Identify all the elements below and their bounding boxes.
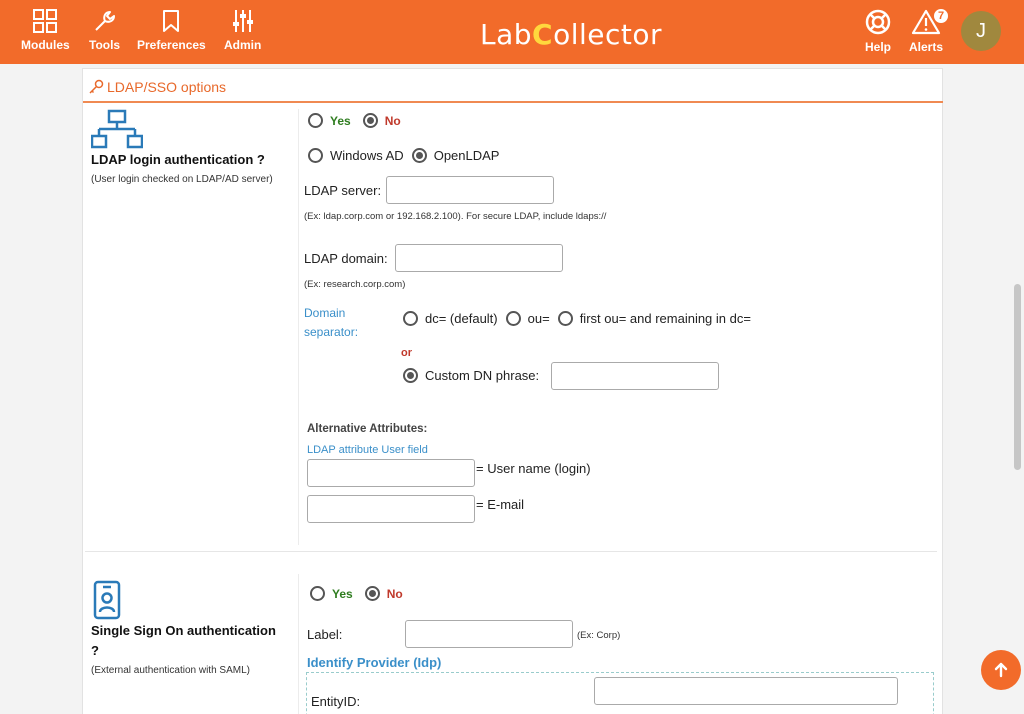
ldap-username-attr-input[interactable] — [307, 459, 475, 487]
sso-no-label: No — [386, 586, 403, 601]
lifebuoy-icon — [865, 9, 891, 35]
ldap-server-input[interactable] — [386, 176, 554, 204]
custom-dn-input[interactable] — [551, 362, 719, 390]
ldap-domain-hint: (Ex: research.corp.com) — [304, 279, 406, 290]
sso-section-title-line2: ? — [91, 643, 99, 658]
nav-modules-label: Modules — [21, 38, 70, 52]
sso-column-divider — [298, 574, 299, 714]
nav-admin[interactable]: Admin — [224, 8, 261, 52]
section-divider — [85, 551, 937, 552]
ldap-no-radio[interactable] — [362, 113, 378, 128]
nav-tools[interactable]: Tools — [89, 8, 120, 52]
modules-grid-icon — [33, 9, 58, 33]
sso-section-title: Single Sign On authentication — [91, 623, 276, 638]
sep-ou-radio[interactable] — [505, 311, 521, 326]
domain-separator-radio-group: dc= (default) ou= first ou= and remainin… — [403, 311, 751, 326]
sso-section-subtitle: (External authentication with SAML) — [91, 665, 250, 676]
ldap-enabled-radio-group: Yes No — [308, 113, 401, 128]
openldap-label: OpenLDAP — [433, 148, 500, 163]
logo-text-right: ollector — [553, 18, 663, 51]
nav-preferences[interactable]: Preferences — [137, 8, 206, 52]
bookmark-icon — [163, 10, 180, 32]
domain-separator-label-line1: Domain — [304, 306, 346, 320]
logo-text-left: Lab — [480, 18, 533, 51]
ldap-section-title: LDAP login authentication ? — [91, 152, 265, 167]
id-badge-icon — [93, 580, 121, 620]
sso-label-label: Label: — [307, 627, 343, 642]
sso-yes-radio[interactable] — [310, 586, 325, 601]
ldap-domain-input[interactable] — [395, 244, 563, 272]
network-icon — [91, 109, 143, 149]
username-mapping-label: = User name (login) — [476, 461, 591, 476]
wrench-icon — [94, 11, 115, 31]
nav-tools-label: Tools — [89, 38, 121, 52]
nav-help-label: Help — [864, 40, 891, 54]
nav-preferences-label: Preferences — [137, 38, 206, 52]
sep-ou-label: ou= — [527, 311, 550, 326]
scroll-to-top-button[interactable] — [981, 650, 1021, 690]
nav-help[interactable]: Help — [864, 8, 892, 54]
alt-attributes-title: Alternative Attributes: — [307, 423, 428, 435]
labcollector-logo: LabCollector — [480, 18, 662, 51]
domain-separator-label-line2: separator: — [304, 325, 359, 339]
ldap-domain-label: LDAP domain: — [304, 251, 388, 266]
idp-title: Identify Provider (Idp) — [307, 655, 442, 670]
sep-first-ou-radio[interactable] — [557, 311, 573, 326]
sso-label-input[interactable] — [405, 620, 573, 648]
ldap-sso-panel: LDAP/SSO options LDAP login authenticati… — [82, 68, 943, 714]
sep-dc-label: dc= (default) — [425, 311, 498, 326]
ldap-type-radio-group: Windows AD OpenLDAP — [308, 148, 499, 163]
ldap-section-subtitle: (User login checked on LDAP/AD server) — [91, 174, 273, 185]
entity-id-label: EntityID: — [311, 694, 361, 709]
ldap-server-hint: (Ex: ldap.corp.com or 192.168.2.100). Fo… — [304, 211, 607, 222]
ldap-yes-label: Yes — [330, 113, 351, 128]
panel-title-text: LDAP/SSO options — [107, 79, 227, 95]
windows-ad-radio[interactable] — [308, 148, 323, 163]
alerts-count-badge: 7 — [933, 8, 949, 24]
sep-dc-radio[interactable] — [403, 311, 418, 326]
nav-alerts-label: Alerts — [909, 40, 944, 54]
page-scrollbar-thumb[interactable] — [1014, 284, 1021, 470]
email-mapping-label: = E-mail — [476, 497, 525, 512]
nav-admin-label: Admin — [224, 38, 262, 52]
entity-id-input[interactable] — [594, 677, 898, 705]
openldap-radio[interactable] — [411, 148, 427, 163]
key-icon — [89, 79, 104, 94]
custom-dn-row: Custom DN phrase: — [403, 368, 539, 383]
custom-dn-radio[interactable] — [403, 368, 418, 383]
windows-ad-label: Windows AD — [330, 148, 404, 163]
ldap-email-attr-input[interactable] — [307, 495, 475, 523]
top-navigation-bar: Modules Tools Preferences Admin LabColle… — [0, 0, 1024, 64]
ldap-column-divider — [298, 109, 299, 545]
panel-title-rule — [83, 101, 943, 103]
sso-no-radio[interactable] — [364, 586, 380, 601]
ldap-no-label: No — [384, 113, 401, 128]
alt-attributes-subtitle: LDAP attribute User field — [307, 444, 428, 456]
or-label: or — [401, 347, 412, 359]
ldap-yes-radio[interactable] — [308, 113, 323, 128]
sso-label-hint: (Ex: Corp) — [577, 630, 621, 641]
user-avatar[interactable]: J — [961, 11, 1001, 51]
sso-enabled-radio-group: Yes No — [310, 586, 403, 601]
nav-modules[interactable]: Modules — [21, 8, 70, 52]
sso-yes-label: Yes — [332, 586, 353, 601]
ldap-server-label: LDAP server: — [304, 183, 382, 198]
arrow-up-icon — [994, 662, 1008, 678]
sliders-icon — [232, 10, 253, 32]
flask-logo-icon: C — [532, 18, 554, 51]
custom-dn-label: Custom DN phrase: — [425, 368, 540, 383]
sep-first-ou-label: first ou= and remaining in dc= — [579, 311, 751, 326]
panel-title: LDAP/SSO options — [88, 79, 226, 95]
